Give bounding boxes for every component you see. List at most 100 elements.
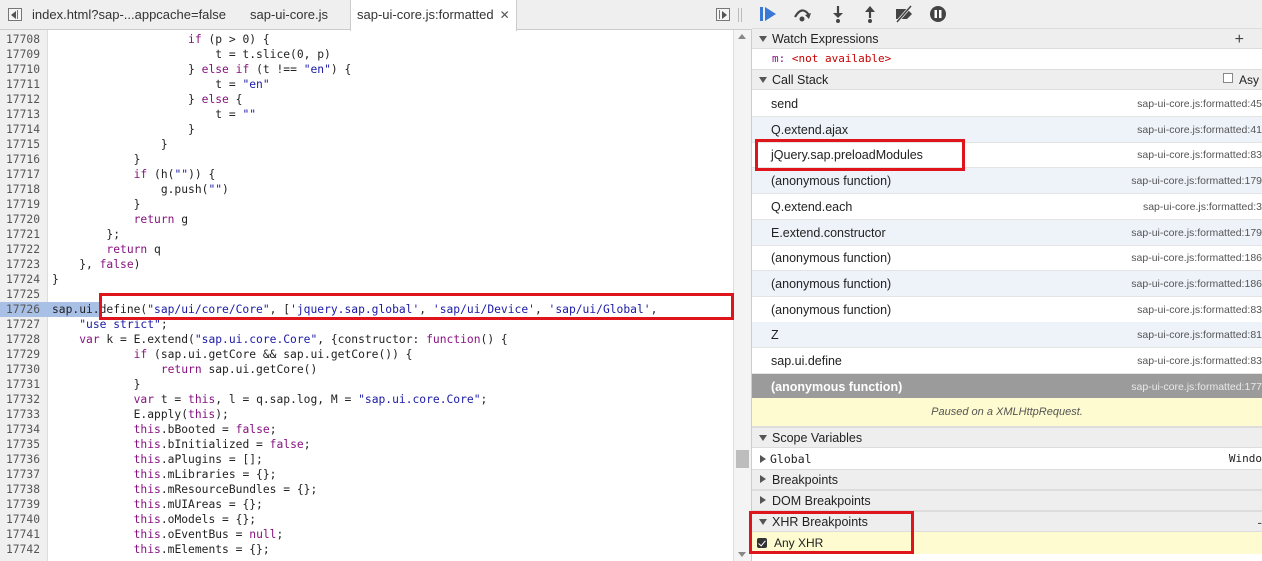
call-frame[interactable]: (anonymous function) sap-ui-core.js:forma… bbox=[752, 245, 1262, 272]
scope-global-row[interactable]: Global Windo bbox=[752, 449, 1262, 469]
scroll-down-icon[interactable] bbox=[738, 552, 746, 557]
code-line[interactable]: 17729 if (sap.ui.getCore && sap.ui.getCo… bbox=[0, 347, 733, 362]
code-line[interactable]: 17718 g.push("") bbox=[0, 182, 733, 197]
call-frame[interactable]: Q.extend.each sap-ui-core.js:formatted:3 bbox=[752, 194, 1262, 220]
pause-toggle-icon[interactable] bbox=[738, 8, 742, 22]
line-number[interactable]: 17710 bbox=[0, 62, 44, 77]
line-number[interactable]: 17727 bbox=[0, 317, 44, 332]
code-line[interactable]: 17716 } bbox=[0, 152, 733, 167]
line-number[interactable]: 17715 bbox=[0, 137, 44, 152]
code-line[interactable]: 17709 t = t.slice(0, p) bbox=[0, 47, 733, 62]
tab-sap-ui-core[interactable]: sap-ui-core.js bbox=[244, 0, 334, 30]
line-number[interactable]: 17742 bbox=[0, 542, 44, 557]
line-number[interactable]: 17730 bbox=[0, 362, 44, 377]
call-stack-header[interactable]: Call Stack Asy bbox=[752, 69, 1262, 90]
code-line[interactable]: 17715 } bbox=[0, 137, 733, 152]
line-number[interactable]: 17721 bbox=[0, 227, 44, 242]
call-frame-location[interactable]: sap-ui-core.js:formatted:3 bbox=[1143, 194, 1262, 220]
call-frame[interactable]: (anonymous function) sap-ui-core.js:forma… bbox=[752, 270, 1262, 297]
line-number[interactable]: 17729 bbox=[0, 347, 44, 362]
line-number[interactable]: 17740 bbox=[0, 512, 44, 527]
code-line[interactable]: 17731 } bbox=[0, 377, 733, 392]
scope-variables-header[interactable]: Scope Variables bbox=[752, 427, 1262, 448]
close-tab-icon[interactable]: ✕ bbox=[500, 0, 510, 30]
line-number[interactable]: 17717 bbox=[0, 167, 44, 182]
step-over-icon[interactable] bbox=[792, 5, 812, 23]
code-line[interactable]: 17742 this.mElements = {}; bbox=[0, 542, 733, 557]
code-line[interactable]: 17736 this.aPlugins = []; bbox=[0, 452, 733, 467]
call-frame[interactable]: E.extend.constructor sap-ui-core.js:forma… bbox=[752, 219, 1262, 246]
code-line[interactable]: 17738 this.mResourceBundles = {}; bbox=[0, 482, 733, 497]
line-number[interactable]: 17709 bbox=[0, 47, 44, 62]
code-line[interactable]: 17710 } else if (t !== "en") { bbox=[0, 62, 733, 77]
pause-on-exceptions-icon[interactable] bbox=[928, 5, 948, 23]
line-number[interactable]: 17723 bbox=[0, 257, 44, 272]
breakpoints-header[interactable]: Breakpoints bbox=[752, 469, 1262, 490]
line-number[interactable]: 17741 bbox=[0, 527, 44, 542]
line-number[interactable]: 17734 bbox=[0, 422, 44, 437]
code-line[interactable]: 17732 var t = this, l = q.sap.log, M = "… bbox=[0, 392, 733, 407]
call-frame[interactable]: Zsap-ui-core.js:formatted:81 bbox=[752, 322, 1262, 349]
code-line[interactable]: 17722 return q bbox=[0, 242, 733, 257]
add-watch-icon[interactable]: + bbox=[1235, 29, 1244, 50]
code-line[interactable]: 17708 if (p > 0) { bbox=[0, 32, 733, 47]
line-number[interactable]: 17733 bbox=[0, 407, 44, 422]
dom-breakpoints-header[interactable]: DOM Breakpoints bbox=[752, 490, 1262, 511]
xhr-breakpoints-header[interactable]: XHR Breakpoints - bbox=[752, 511, 1262, 532]
line-number[interactable]: 17722 bbox=[0, 242, 44, 257]
code-line[interactable]: 17739 this.mUIAreas = {}; bbox=[0, 497, 733, 512]
code-line[interactable]: 17737 this.mLibraries = {}; bbox=[0, 467, 733, 482]
deactivate-breakpoints-icon[interactable] bbox=[894, 5, 914, 23]
tab-index-html[interactable]: index.html?sap-...appcache=false bbox=[26, 0, 232, 30]
line-number[interactable]: 17724 bbox=[0, 272, 44, 287]
line-number[interactable]: 17711 bbox=[0, 77, 44, 92]
line-number[interactable]: 17728 bbox=[0, 332, 44, 347]
code-line[interactable]: 17725 bbox=[0, 287, 733, 302]
toggle-debugger-icon[interactable] bbox=[716, 8, 730, 21]
line-number[interactable]: 17726 bbox=[0, 302, 48, 317]
call-frame[interactable]: sap.ui.define sap-ui-core.js:formatted:83 bbox=[752, 348, 1262, 374]
call-frame-location[interactable]: sap-ui-core.js:formatted:186 bbox=[1131, 245, 1262, 271]
call-frame-location[interactable]: sap-ui-core.js:formatted:41 bbox=[1137, 117, 1262, 143]
call-frame[interactable]: (anonymous function) sap-ui-core.js:forma… bbox=[752, 168, 1262, 195]
line-number[interactable]: 17731 bbox=[0, 377, 44, 392]
code-line[interactable]: 17730 return sap.ui.getCore() bbox=[0, 362, 733, 377]
call-frame[interactable]: send sap-ui-core.js:formatted:45 bbox=[752, 91, 1262, 117]
code-line[interactable]: 17719 } bbox=[0, 197, 733, 212]
call-frame[interactable]: Q.extend.ajax sap-ui-core.js:formatted:41 bbox=[752, 116, 1262, 143]
line-number[interactable]: 17739 bbox=[0, 497, 44, 512]
code-line[interactable]: 17728 var k = E.extend("sap.ui.core.Core… bbox=[0, 332, 733, 347]
code-editor[interactable]: 17708 if (p > 0) {17709 t = t.slice(0, p… bbox=[0, 30, 733, 561]
watch-item[interactable]: m: <not available> bbox=[752, 50, 1262, 68]
call-frame[interactable]: jQuery.sap.preloadModules sap-ui-core.js:… bbox=[752, 142, 1262, 169]
line-number[interactable]: 17718 bbox=[0, 182, 44, 197]
line-number[interactable]: 17708 bbox=[0, 32, 44, 47]
tab-sap-ui-core-formatted[interactable]: sap-ui-core.js:formatted ✕ bbox=[350, 0, 517, 31]
line-number[interactable]: 17732 bbox=[0, 392, 44, 407]
toggle-navigator-icon[interactable] bbox=[8, 8, 22, 21]
code-line[interactable]: 17714 } bbox=[0, 122, 733, 137]
scroll-up-icon[interactable] bbox=[738, 34, 746, 39]
line-number[interactable]: 17736 bbox=[0, 452, 44, 467]
call-frame-location[interactable]: sap-ui-core.js:formatted:45 bbox=[1137, 91, 1262, 117]
call-frame-location[interactable]: sap-ui-core.js:formatted:186 bbox=[1131, 271, 1262, 297]
editor-scrollbar[interactable] bbox=[733, 30, 751, 561]
line-number[interactable]: 17738 bbox=[0, 482, 44, 497]
code-line[interactable]: 17717 if (h("")) { bbox=[0, 167, 733, 182]
line-number[interactable]: 17716 bbox=[0, 152, 44, 167]
line-number[interactable]: 17713 bbox=[0, 107, 44, 122]
step-into-icon[interactable] bbox=[828, 5, 848, 23]
line-number[interactable]: 17725 bbox=[0, 287, 44, 302]
call-frame-location[interactable]: sap-ui-core.js:formatted:83 bbox=[1137, 348, 1262, 374]
line-number[interactable]: 17720 bbox=[0, 212, 44, 227]
call-frame-location[interactable]: sap-ui-core.js:formatted:179 bbox=[1131, 168, 1262, 194]
code-line[interactable]: 17724} bbox=[0, 272, 733, 287]
line-number[interactable]: 17714 bbox=[0, 122, 44, 137]
code-line[interactable]: 17720 return g bbox=[0, 212, 733, 227]
watch-expressions-header[interactable]: Watch Expressions + bbox=[752, 28, 1262, 49]
remove-breakpoint-icon[interactable]: - bbox=[1257, 512, 1262, 533]
code-line[interactable]: 17740 this.oModels = {}; bbox=[0, 512, 733, 527]
async-checkbox[interactable] bbox=[1223, 73, 1233, 83]
code-line[interactable]: 17713 t = "" bbox=[0, 107, 733, 122]
line-number[interactable]: 17719 bbox=[0, 197, 44, 212]
